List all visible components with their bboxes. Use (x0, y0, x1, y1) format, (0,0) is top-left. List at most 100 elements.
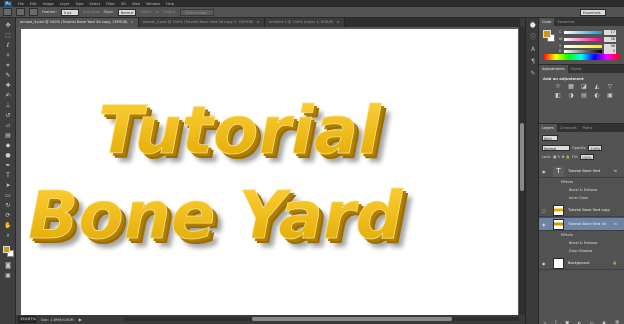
tab-almost-3[interactable]: almost_3.psd @ 100% (Tutorial Bone Yard … (138, 18, 265, 27)
layer-row-selected[interactable]: ◉ Tutorial Bone Yard 3d fx (539, 218, 624, 231)
character-panel-icon[interactable]: A (528, 46, 538, 54)
effect-bevel[interactable]: Bevel & Emboss (569, 186, 597, 194)
brush-tool-icon[interactable]: ✍ (4, 92, 12, 99)
new-layer-icon[interactable]: ▣ (602, 320, 606, 324)
move-tool-icon[interactable]: ✥ (4, 22, 12, 29)
tab-swatches[interactable]: Swatches (554, 18, 577, 26)
effect-bevel[interactable]: Bevel & Emboss (569, 239, 597, 247)
color-balance-icon[interactable]: ◑ (566, 92, 576, 99)
menu-select[interactable]: Select (89, 2, 100, 6)
layer-filter-select[interactable]: Kind (542, 134, 558, 141)
marquee-preset-icon[interactable] (3, 8, 12, 16)
trash-icon[interactable]: 🗑 (615, 320, 620, 324)
tab-untitled-1[interactable]: Untitled-1 @ 100% (Layer 1, RGB/8) × (264, 18, 345, 27)
photo-filter-icon[interactable]: ◐ (592, 92, 602, 99)
curves-icon[interactable]: ◪ (579, 83, 589, 90)
path-selection-tool-icon[interactable]: ➤ (4, 182, 12, 189)
fx-icon[interactable]: fx (614, 169, 617, 173)
type-tool-icon[interactable]: T (4, 172, 12, 179)
tab-adjustments[interactable]: Adjustments (539, 65, 568, 73)
fill-field[interactable]: 100% (579, 153, 594, 160)
lock-icons[interactable]: ▦ ✎ ✥ 🔒 (553, 155, 570, 159)
fx-icon[interactable]: fx (614, 222, 617, 226)
black-white-icon[interactable]: ▤ (579, 92, 589, 99)
clone-stamp-tool-icon[interactable]: ⊥ (4, 102, 12, 109)
menu-view[interactable]: View (132, 2, 140, 6)
channel-mixer-icon[interactable]: ▣ (605, 92, 615, 99)
slider-track[interactable] (564, 49, 602, 53)
adjustment-layer-icon[interactable]: ◐ (578, 320, 582, 324)
layer-name[interactable]: Tutorial Bone Yard copy (568, 208, 610, 212)
layer-row[interactable]: ◉ Background 🔒 (539, 257, 624, 270)
magic-wand-tool-icon[interactable]: ✧ (4, 52, 12, 59)
exposure-icon[interactable]: ◭ (592, 83, 602, 90)
layer-name[interactable]: Tutorial Bone Yard (568, 169, 600, 173)
eye-icon[interactable]: ◉ (542, 261, 546, 266)
layer-name[interactable]: Background (568, 261, 589, 265)
new-selection-icon[interactable] (16, 8, 25, 16)
effect-inner-glow[interactable]: Inner Glow (569, 194, 588, 202)
3d-rotate-tool-icon[interactable]: ↻ (4, 202, 12, 209)
crop-tool-icon[interactable]: ⌗ (4, 62, 12, 69)
effect-drop-shadow[interactable]: Drop Shadow (569, 247, 592, 255)
slider-track[interactable] (564, 30, 602, 34)
shape-tool-icon[interactable]: ▭ (4, 192, 12, 199)
properties-panel-icon[interactable]: ⓘ (528, 34, 538, 42)
menu-layer[interactable]: Layer (60, 2, 70, 6)
tab-channels[interactable]: Channels (557, 124, 580, 132)
color-spectrum[interactable] (543, 54, 620, 60)
tab-layers[interactable]: Layers (539, 124, 557, 132)
status-menu-icon[interactable]: ▶ (79, 317, 82, 322)
brightness-icon[interactable]: ☼ (553, 83, 563, 90)
zoom-tool-icon[interactable]: ⌕ (4, 232, 12, 239)
marquee-tool-icon[interactable]: ⬚ (4, 32, 12, 39)
document-canvas[interactable]: Tutorial Bone Yard Tutorial Tutorial Bon… (21, 29, 518, 315)
blend-mode-select[interactable]: Normal (542, 144, 570, 151)
hue-saturation-icon[interactable]: ◧ (553, 92, 563, 99)
eraser-tool-icon[interactable]: ▱ (4, 122, 12, 129)
channel-value[interactable]: 38 (604, 36, 616, 42)
blur-tool-icon[interactable]: ◆ (4, 142, 12, 149)
layer-row[interactable]: ◉ T Tutorial Bone Yard fx (539, 165, 624, 178)
fx-menu-icon[interactable]: ƒ (555, 320, 556, 324)
lasso-tool-icon[interactable]: ℓ (4, 42, 12, 49)
slider-track[interactable] (564, 37, 602, 41)
tab-color[interactable]: Color (539, 18, 555, 26)
tab-paths[interactable]: Paths (580, 124, 596, 132)
layer-row[interactable]: ▢ Tutorial Bone Yard copy (539, 204, 624, 217)
quick-mask-icon[interactable]: ◙ (4, 262, 12, 269)
pen-tool-icon[interactable]: ✒ (4, 162, 12, 169)
eye-icon[interactable]: ◉ (542, 169, 546, 174)
magenta-slider[interactable]: M 38 (559, 36, 619, 42)
history-brush-tool-icon[interactable]: ↺ (4, 112, 12, 119)
scroll-thumb[interactable] (252, 317, 452, 321)
menu-type[interactable]: Type (75, 2, 83, 6)
menu-image[interactable]: Image (43, 2, 54, 6)
menu-window[interactable]: Window (146, 2, 160, 6)
slider-track[interactable] (564, 44, 602, 48)
eye-icon[interactable]: ◉ (542, 222, 546, 227)
feather-input[interactable]: 0 px (60, 8, 79, 16)
gradient-tool-icon[interactable]: ▤ (4, 132, 12, 139)
history-panel-icon[interactable]: ⌚ (528, 22, 538, 30)
layer-name[interactable]: Tutorial Bone Yard 3d (568, 222, 606, 226)
refine-edge-button[interactable]: Refine Edge... (180, 8, 215, 16)
menu-file[interactable]: File (18, 2, 24, 6)
eye-icon[interactable]: ▢ (542, 208, 546, 213)
foreground-color-box[interactable] (543, 30, 551, 38)
paragraph-panel-icon[interactable]: ¶ (528, 58, 538, 66)
vibrance-icon[interactable]: ▽ (605, 83, 615, 90)
doc-size[interactable]: Doc: 1.69M/4.60M (41, 318, 74, 322)
link-icon[interactable]: ∞ (543, 320, 546, 324)
tab-almost-4[interactable]: almost_4.psd @ 100% (Tutorial Bone Yard … (16, 18, 139, 27)
channel-value[interactable]: 0 (604, 48, 616, 54)
channel-value[interactable]: 17 (604, 29, 616, 35)
zoom-field[interactable]: 194.67% (18, 316, 36, 323)
tab-styles[interactable]: Styles (568, 65, 585, 73)
brush-panel-icon[interactable]: ✎ (528, 70, 538, 78)
black-slider[interactable]: K 0 (559, 48, 619, 54)
healing-brush-tool-icon[interactable]: ✚ (4, 82, 12, 89)
close-icon[interactable]: × (337, 20, 340, 24)
scroll-thumb[interactable] (520, 123, 524, 191)
menu-3d[interactable]: 3D (121, 2, 126, 6)
